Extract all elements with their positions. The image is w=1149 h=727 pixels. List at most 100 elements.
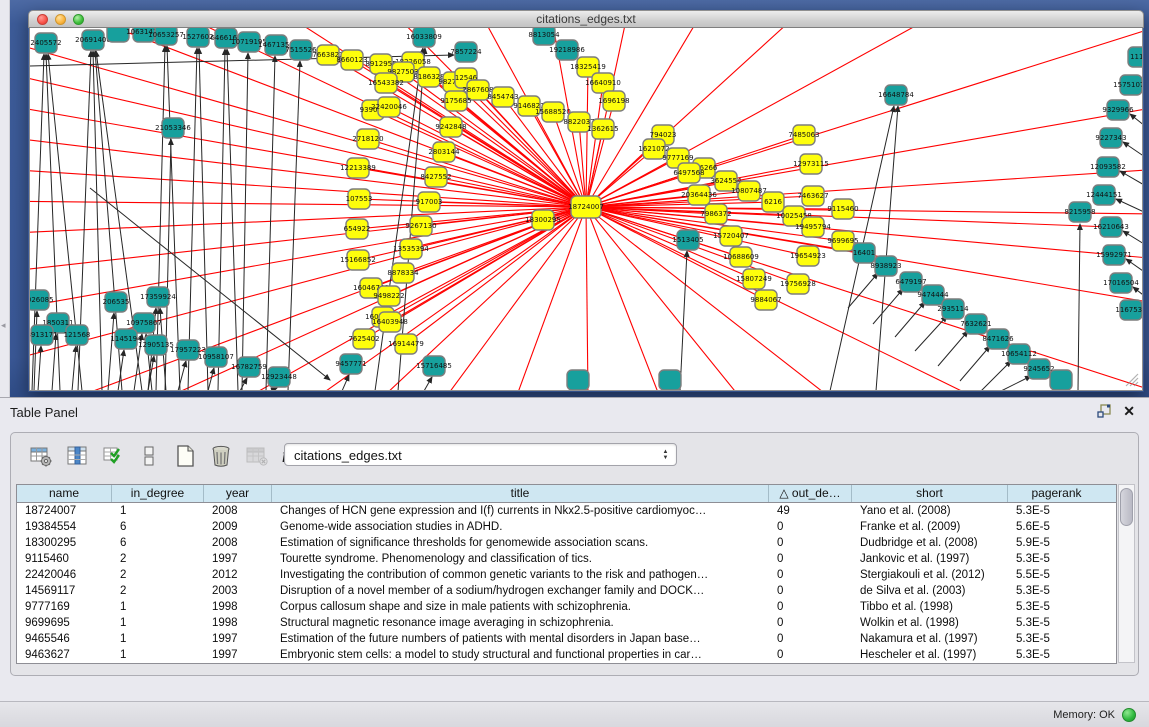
graph-node-teal[interactable]: 8215958 [1064,202,1095,222]
graph-node-teal[interactable]: 20691406 [75,30,111,50]
create-table-button[interactable] [171,443,199,470]
table-cell-title[interactable]: Estimation of the future numbers of pati… [272,631,769,647]
table-cell-name[interactable]: 18724007 [17,503,112,519]
graph-node-yellow[interactable]: 9115460 [827,199,858,219]
graph-node-teal[interactable]: 7857224 [450,42,482,62]
graph-node-yellow[interactable]: 18724007 [568,196,604,218]
citation-edge-black[interactable] [1078,224,1080,391]
citation-edge-black[interactable] [915,316,947,351]
float-panel-icon[interactable] [1097,404,1111,418]
citation-edge-black[interactable] [960,346,990,381]
table-settings-button[interactable] [27,443,55,470]
graph-node-yellow[interactable]: 7986372 [700,204,731,224]
citation-edge-black[interactable] [1123,142,1143,174]
graph-node-teal[interactable]: 16210643 [1093,217,1129,237]
table-cell-year[interactable]: 1998 [204,615,272,631]
add-column-button[interactable] [135,443,163,470]
column-header-year[interactable]: year [204,485,272,502]
graph-node-teal[interactable]: 17359924 [140,287,176,307]
citation-edge-black[interactable] [93,51,102,391]
table-cell-pagerank[interactable]: 5.3E-5 [1008,631,1105,647]
graph-node-yellow[interactable]: 2718120 [352,129,383,149]
graph-node-teal[interactable]: 21053346 [155,118,191,138]
table-cell-short[interactable]: Yano et al. (2008) [852,503,1008,519]
graph-node-yellow[interactable]: 12213389 [340,158,376,178]
graph-node-teal[interactable]: 121568 [64,325,91,345]
citation-edge-red[interactable] [579,122,586,207]
graph-node-teal[interactable]: 1167531 [1115,300,1143,320]
table-cell-year[interactable]: 1998 [204,599,272,615]
graph-node-yellow[interactable]: 8660123 [336,50,367,70]
citation-edge-black[interactable] [199,48,208,391]
graph-node-teal[interactable]: 9457771 [335,354,366,374]
table-cell-short[interactable]: Stergiakouli et al. (2012) [852,567,1008,583]
graph-node-yellow[interactable]: 8427552 [420,167,451,187]
column-header-out_de[interactable]: △ out_de… [769,485,852,502]
table-cell-out_de[interactable]: 0 [769,551,852,567]
table-cell-out_de[interactable]: 0 [769,519,852,535]
graph-node-teal[interactable]: 7632621 [960,314,991,334]
table-cell-pagerank[interactable]: 5.3E-5 [1008,615,1105,631]
table-cell-name[interactable]: 22420046 [17,567,112,583]
graph-node-teal[interactable]: 12093582 [1090,157,1126,177]
graph-node-yellow[interactable]: 7463627 [797,186,828,206]
table-cell-short[interactable]: de Silva et al. (2003) [852,583,1008,599]
graph-node-teal[interactable]: 8813054 [528,28,560,45]
graph-node-yellow[interactable]: 19756928 [780,274,816,294]
table-cell-title[interactable]: Disruption of a novel member of a sodium… [272,583,769,599]
table-cell-in_degree[interactable]: 6 [112,519,204,535]
table-cell-pagerank[interactable]: 5.3E-5 [1008,551,1105,567]
graph-node-teal[interactable]: 1527602 [182,28,213,47]
table-cell-out_de[interactable]: 0 [769,615,852,631]
citation-edge-black[interactable] [873,289,903,324]
graph-node-teal[interactable]: 16401 [853,243,875,263]
graph-node-yellow[interactable]: 8878334 [387,263,419,283]
graph-node-teal[interactable]: 2405572 [30,33,61,53]
citation-edge-black[interactable] [424,377,432,391]
table-cell-in_degree[interactable]: 6 [112,535,204,551]
table-cell-pagerank[interactable]: 5.9E-5 [1008,535,1105,551]
citation-edge-black[interactable] [227,49,238,391]
memory-ok-indicator[interactable] [1122,708,1136,722]
graph-node-teal[interactable]: 2026085 [30,290,54,310]
graph-node-teal[interactable]: 17016504 [1103,273,1139,293]
table-cell-short[interactable]: Hescheler et al. (1997) [852,647,1008,663]
table-cell-year[interactable]: 2008 [204,535,272,551]
table-cell-year[interactable]: 2012 [204,567,272,583]
graph-node-yellow[interactable]: 1362615 [587,119,618,139]
table-cell-in_degree[interactable]: 1 [112,599,204,615]
table-cell-title[interactable]: Structural magnetic resonance image aver… [272,615,769,631]
table-row[interactable]: 946554611997Estimation of the future num… [17,631,1116,647]
table-cell-name[interactable]: 9463627 [17,647,112,663]
graph-node-teal[interactable]: 9227343 [1095,128,1126,148]
graph-node-yellow[interactable]: 9242848 [435,117,466,137]
graph-node-teal[interactable]: 1117 [1128,47,1143,67]
table-cell-title[interactable]: Tourette syndrome. Phenomenology and cla… [272,551,769,567]
panel-resize-handle[interactable]: ◂ [1,318,8,332]
table-cell-in_degree[interactable]: 2 [112,551,204,567]
table-cell-title[interactable]: Genome-wide association studies in ADHD. [272,519,769,535]
network-table-select[interactable]: citations_edges.txt ▲▼ [284,443,677,466]
table-cell-name[interactable]: 9699695 [17,615,112,631]
table-cell-out_de[interactable]: 0 [769,599,852,615]
table-cell-out_de[interactable]: 0 [769,567,852,583]
graph-node-teal[interactable]: 2935114 [937,299,969,319]
table-cell-name[interactable]: 19384554 [17,519,112,535]
table-cell-year[interactable]: 2009 [204,519,272,535]
table-cell-short[interactable]: Franke et al. (2009) [852,519,1008,535]
graph-node-teal[interactable] [1050,370,1072,390]
graph-node-yellow[interactable]: 9175685 [440,91,471,111]
graph-node-yellow[interactable]: 917003 [416,192,443,212]
table-cell-title[interactable]: Investigating the contribution of common… [272,567,769,583]
table-cell-pagerank[interactable]: 5.3E-5 [1008,503,1105,519]
graph-node-yellow[interactable]: 9498222 [373,286,404,306]
graph-node-teal[interactable] [659,370,681,390]
table-row[interactable]: 2242004622012Investigating the contribut… [17,567,1116,583]
graph-node-yellow[interactable]: 6216 [762,192,784,212]
graph-node-yellow[interactable]: 16914479 [388,334,424,354]
table-row[interactable]: 1456911722003Disruption of a novel membe… [17,583,1116,599]
graph-node-yellow[interactable]: 15166852 [340,250,376,270]
table-cell-in_degree[interactable]: 2 [112,567,204,583]
table-cell-in_degree[interactable]: 1 [112,503,204,519]
citation-edge-black[interactable] [218,49,225,391]
